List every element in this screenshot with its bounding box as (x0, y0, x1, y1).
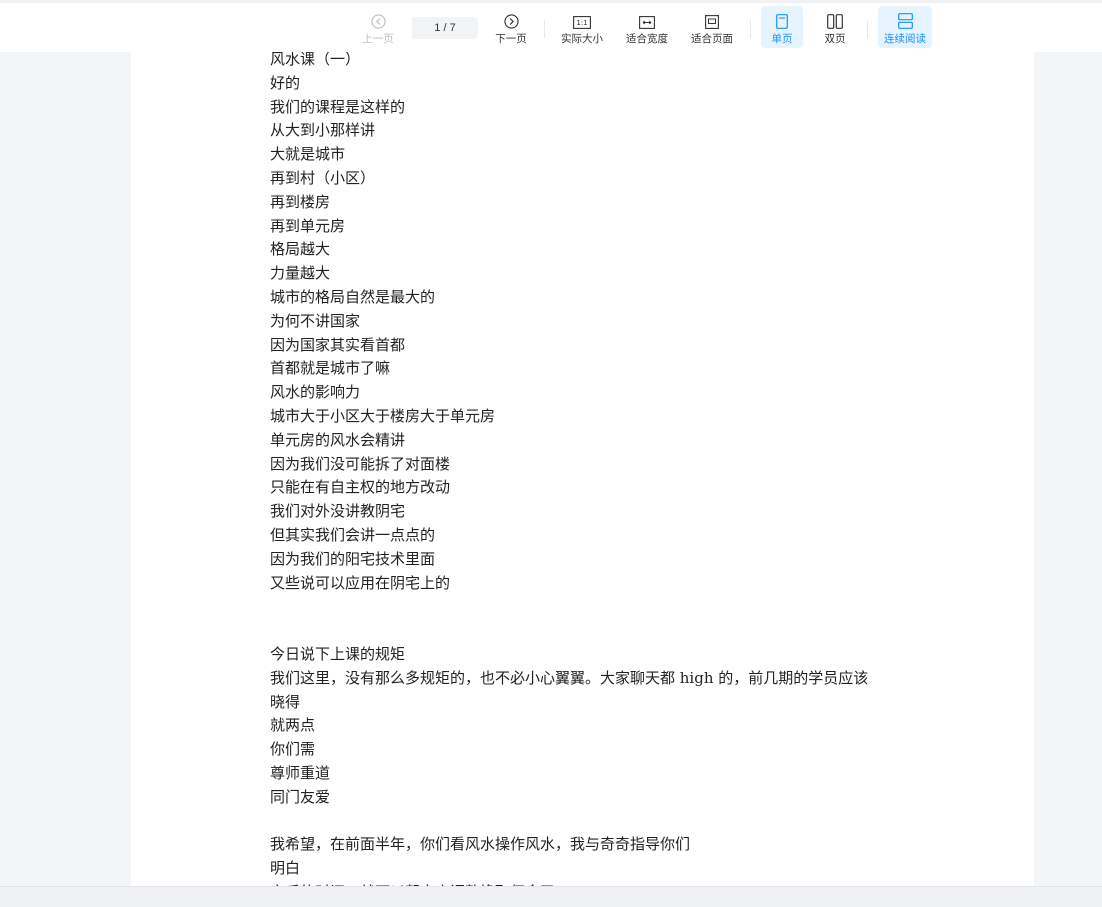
chevron-right-circle-icon (503, 9, 519, 29)
text-line: 为何不讲国家 (270, 311, 361, 330)
actual-size-button[interactable]: 1:1 实际大小 (557, 6, 607, 48)
double-page-icon (827, 9, 843, 29)
text-line: 因为我们没可能拆了对面楼 (270, 454, 451, 473)
text-line: 我们对外没讲教阴宅 (270, 502, 406, 521)
fit-width-icon (639, 9, 655, 29)
continuous-reading-icon (897, 9, 913, 29)
bottom-scrollbar[interactable] (0, 886, 1102, 907)
text-line: 又些说可以应用在阴宅上的 (270, 573, 451, 592)
text-line: 我希望，在前面半年，你们看风水操作风水，我与奇奇指导你们 (270, 835, 691, 854)
toolbar-divider (750, 20, 751, 38)
text-line: 风水的影响力 (270, 383, 361, 402)
text-line: 城市的格局自然是最大的 (270, 287, 436, 306)
fit-width-button[interactable]: 适合宽度 (622, 6, 672, 48)
text-line: 好的 (270, 73, 301, 92)
text-line: 力量越大 (270, 264, 331, 283)
viewer-toolbar: 上一页 1 / 7 下一页 1:1 实际大小 适合宽度 适合页面 单页 双页 连… (0, 0, 1102, 52)
text-line: 你们需 (270, 740, 316, 759)
single-page-label: 单页 (771, 33, 793, 45)
text-line: 但其实我们会讲一点点的 (270, 525, 436, 544)
text-line: 从大到小那样讲 (270, 121, 376, 140)
text-line: 尊师重道 (270, 763, 331, 782)
text-line: 再到单元房 (270, 216, 346, 235)
fit-page-button[interactable]: 适合页面 (687, 6, 737, 48)
text-line: 只能在有自主权的地方改动 (270, 478, 451, 497)
text-line: 我们的课程是这样的 (270, 97, 406, 116)
double-page-button[interactable]: 双页 (814, 6, 856, 48)
prev-page-button[interactable]: 上一页 (358, 6, 398, 48)
document-page: 风水课（一） 好的 我们的课程是这样的 从大到小那样讲 大就是城市 再到村（小区） 再到楼房… (131, 40, 1034, 886)
text-line: 因为国家其实看首都 (270, 335, 406, 354)
fit-page-icon (705, 9, 719, 29)
single-page-button[interactable]: 单页 (761, 6, 803, 48)
document-text: 风水课（一） 好的 我们的课程是这样的 从大到小那样讲 大就是城市 再到村（小区） 再到楼房… (270, 48, 920, 886)
toolbar-divider (867, 20, 868, 38)
text-line: 晓得 (270, 692, 301, 711)
text-line: 首都就是城市了嘛 (270, 359, 391, 378)
text-line: 再到楼房 (270, 192, 331, 211)
text-line: 大就是城市 (270, 145, 346, 164)
text-line: 单元房的风水会精讲 (270, 430, 406, 449)
page-indicator[interactable]: 1 / 7 (412, 17, 478, 39)
single-page-icon (776, 9, 788, 29)
text-line: 城市大于小区大于楼房大于单元房 (270, 406, 496, 425)
toolbar-divider (544, 20, 545, 38)
fit-width-label: 适合宽度 (626, 33, 668, 45)
text-line: 因为我们的阳宅技术里面 (270, 549, 436, 568)
actual-size-icon: 1:1 (573, 9, 591, 29)
actual-size-label: 实际大小 (561, 33, 603, 45)
text-line: 就两点 (270, 716, 316, 735)
prev-page-label: 上一页 (362, 33, 394, 45)
text-line: 明白 (270, 859, 301, 878)
text-line: 再到村（小区） (270, 168, 376, 187)
chevron-left-circle-icon (370, 9, 386, 29)
fit-page-label: 适合页面 (691, 33, 733, 45)
continuous-reading-button[interactable]: 连续阅读 (878, 6, 932, 48)
actual-size-icon-text: 1:1 (576, 19, 587, 27)
text-line: 同门友爱 (270, 787, 331, 806)
text-line: 我们这里，没有那么多规矩的，也不必小心翼翼。大家聊天都 high 的，前几期的学… (270, 668, 869, 687)
next-page-label: 下一页 (495, 33, 527, 45)
double-page-label: 双页 (824, 33, 846, 45)
continuous-reading-label: 连续阅读 (884, 33, 926, 45)
text-line: 今日说下上课的规矩 (270, 644, 406, 663)
next-page-button[interactable]: 下一页 (491, 6, 531, 48)
text-line: 格局越大 (270, 240, 331, 259)
